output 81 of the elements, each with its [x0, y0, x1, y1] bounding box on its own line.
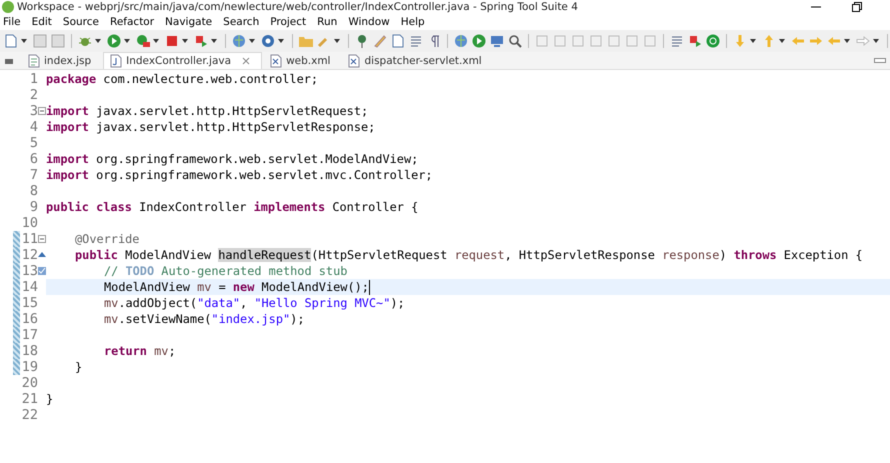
- line-number: 10: [20, 215, 38, 231]
- minimize-icon[interactable]: [874, 58, 886, 64]
- caret-icon[interactable]: [844, 39, 850, 43]
- code-line: return mv;: [103, 343, 176, 359]
- code-line: public ModelAndView handleRequest(HttpServletRequest request, HttpServletResponse response) throws Exception {: [74, 247, 863, 263]
- line-number: 1: [28, 71, 38, 87]
- menu-item[interactable]: Navigate: [165, 16, 212, 28]
- menu-item[interactable]: Refactor: [110, 16, 154, 28]
- code-line: mv.addObject("data", "Hello Spring MVC~");: [103, 295, 405, 311]
- caret-icon[interactable]: [95, 39, 101, 43]
- line-number: 13: [20, 263, 38, 279]
- menu-item[interactable]: Window: [348, 16, 390, 28]
- code-line: import javax.servlet.http.HttpServletRequest;: [46, 103, 368, 119]
- editor-tab[interactable]: index.jsp: [22, 53, 102, 69]
- collapse-icon[interactable]: [38, 107, 46, 115]
- doc-icon[interactable]: [390, 33, 406, 49]
- close-icon[interactable]: [241, 56, 252, 66]
- line-number: 21: [20, 391, 38, 407]
- line-number: 4: [28, 119, 38, 135]
- code-line: ModelAndView mv = new ModelAndView();: [103, 279, 369, 295]
- collapse-icon[interactable]: [38, 235, 46, 243]
- menu-item[interactable]: Edit: [32, 16, 52, 28]
- run-icon[interactable]: [106, 33, 122, 49]
- code-line: package com.newlecture.web.controller;: [46, 71, 318, 87]
- power-icon[interactable]: [705, 33, 721, 49]
- globe-icon[interactable]: [453, 33, 469, 49]
- code-line: mv.setViewName("index.jsp");: [103, 311, 304, 327]
- line-number: 12: [20, 247, 38, 263]
- triangle-marker-icon: [38, 251, 46, 259]
- code-line: import org.springframework.web.servlet.ModelAndView;: [46, 151, 418, 167]
- menu-item[interactable]: Project: [270, 16, 306, 28]
- caret-icon[interactable]: [278, 39, 284, 43]
- caret-icon[interactable]: [124, 39, 130, 43]
- menu-item[interactable]: Source: [62, 16, 99, 28]
- maximize-button[interactable]: [852, 2, 862, 12]
- menu-item[interactable]: Run: [317, 16, 338, 28]
- code-line: import org.springframework.web.servlet.mvc.Controller;: [46, 167, 433, 183]
- caret-icon[interactable]: [211, 39, 217, 43]
- line-number: 18: [20, 343, 38, 359]
- caret-icon[interactable]: [21, 39, 27, 43]
- new-file-icon[interactable]: [3, 33, 19, 49]
- menu-item[interactable]: Help: [400, 16, 425, 28]
- caret-icon[interactable]: [779, 39, 785, 43]
- editor-tab[interactable]: IndexController.java: [103, 52, 262, 69]
- line-number: 22: [20, 407, 38, 423]
- code-line: }: [46, 391, 54, 407]
- line-number: 20: [20, 375, 38, 391]
- window-title: Workspace - webprj/src/main/java/com/newlecture/web/controller/IndexController.java - Spring Tool Suite 4: [17, 0, 578, 12]
- menu-item[interactable]: File: [3, 16, 21, 28]
- code-line: public class IndexController implements Controller {: [46, 199, 418, 215]
- pen-icon[interactable]: [372, 33, 388, 49]
- code-line: }: [74, 359, 82, 375]
- line-number: 6: [28, 151, 38, 167]
- editor-tab[interactable]: dispatcher-servlet.xml: [342, 53, 492, 69]
- caret-icon[interactable]: [750, 39, 756, 43]
- caret-icon[interactable]: [182, 39, 188, 43]
- magnifier-icon[interactable]: [507, 33, 523, 49]
- caret-icon[interactable]: [153, 39, 159, 43]
- menu-item[interactable]: Search: [223, 16, 260, 28]
- line-number: 7: [28, 167, 38, 183]
- line-number: 2: [28, 87, 38, 103]
- caret-icon[interactable]: [334, 39, 340, 43]
- line-number: 14: [20, 279, 38, 295]
- line-number: 9: [28, 199, 38, 215]
- line-number: 16: [20, 311, 38, 327]
- text-cursor: [368, 280, 370, 294]
- line-number: 3: [28, 103, 38, 119]
- line-number: 5: [28, 135, 38, 151]
- caret-icon[interactable]: [249, 39, 255, 43]
- code-line: import javax.servlet.http.HttpServletResponse;: [46, 119, 376, 135]
- leaf-logo-icon: [2, 0, 14, 12]
- code-line: // TODO Auto-generated method stub: [103, 263, 348, 279]
- editor-tab[interactable]: web.xml: [264, 53, 340, 69]
- line-number: 11: [20, 231, 38, 247]
- line-number: 15: [20, 295, 38, 311]
- caret-icon[interactable]: [873, 39, 879, 43]
- line-number: 17: [20, 327, 38, 343]
- line-number: 19: [20, 359, 38, 375]
- line-number: 8: [28, 183, 38, 199]
- code-line: @Override: [74, 231, 140, 247]
- monitor-icon[interactable]: [489, 33, 505, 49]
